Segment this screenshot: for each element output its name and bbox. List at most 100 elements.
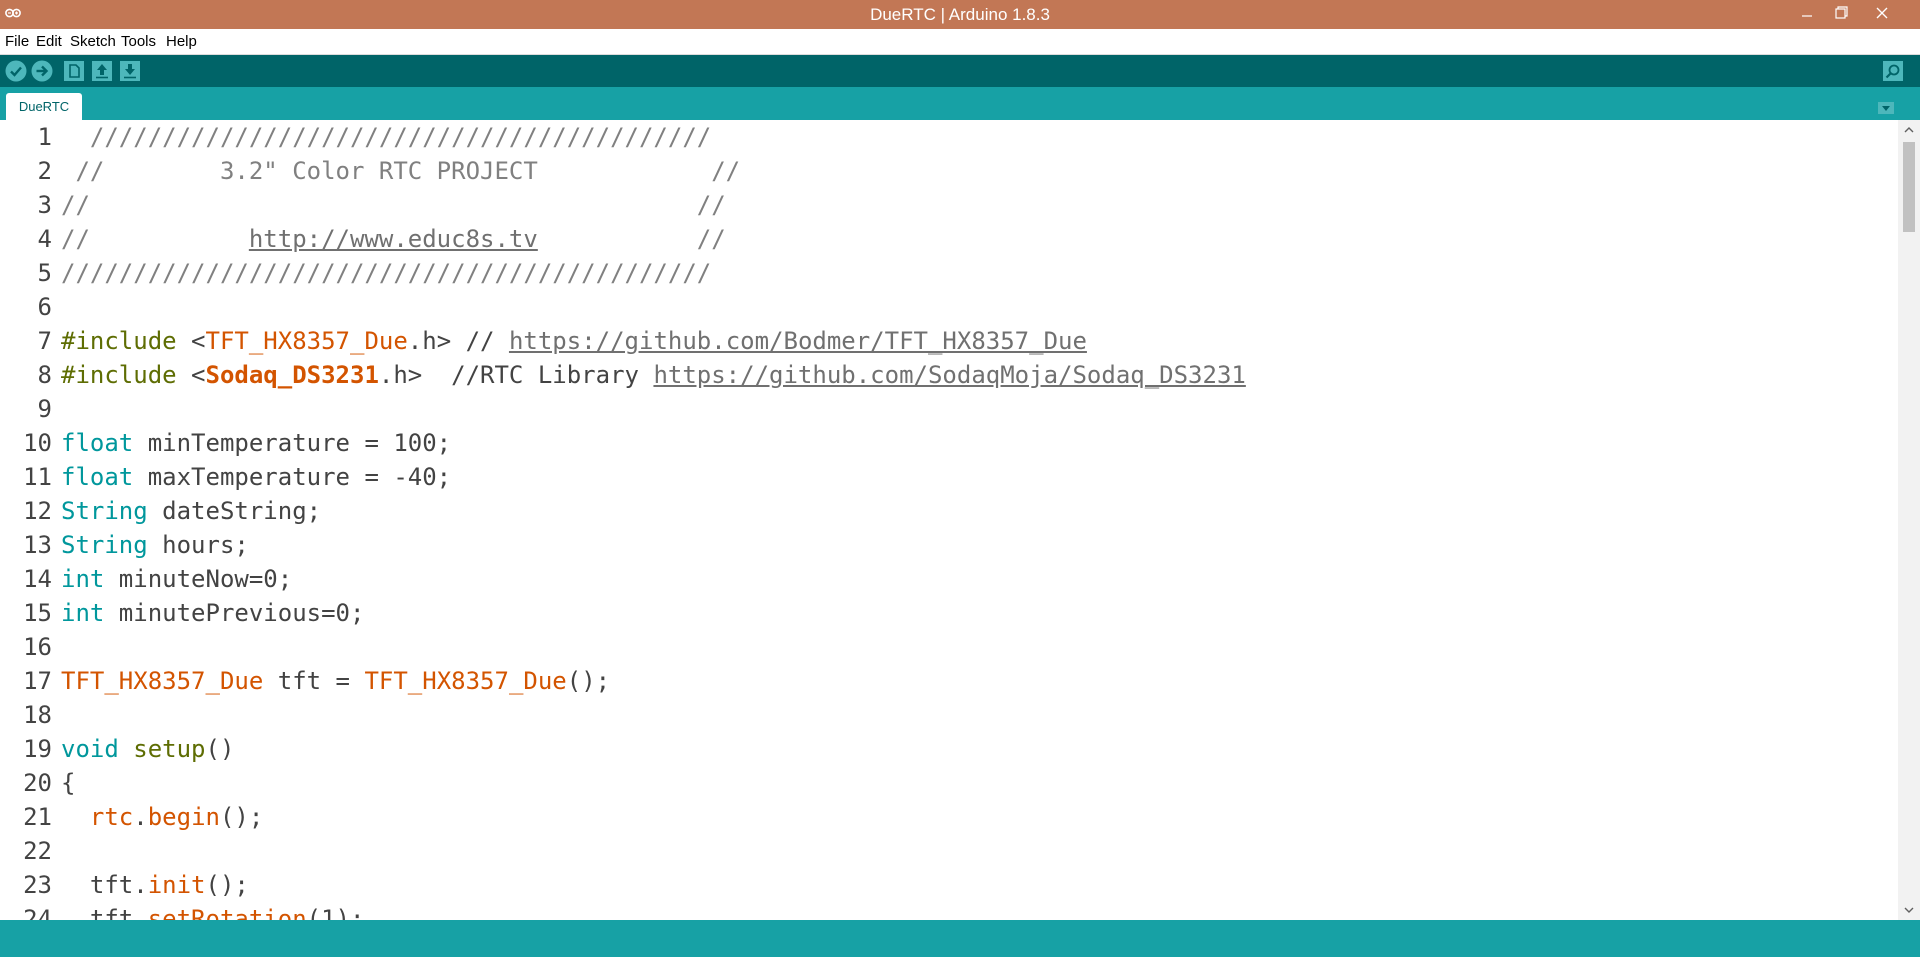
code-text[interactable]: // http://www.educ8s.tv // <box>61 222 726 256</box>
code-token: setup <box>133 735 206 763</box>
code-text[interactable]: float minTemperature = 100; <box>61 426 451 460</box>
code-token: ////////////////////////////////////////… <box>61 259 712 287</box>
verify-button[interactable] <box>5 60 27 82</box>
code-line[interactable]: 23 tft.init(); <box>0 868 249 902</box>
chevron-down-icon <box>1878 102 1894 114</box>
tab-duertc[interactable]: DueRTC <box>6 93 82 120</box>
close-button[interactable] <box>1864 0 1900 29</box>
new-sketch-button[interactable] <box>63 60 85 82</box>
line-number: 2 <box>37 157 52 185</box>
code-line[interactable]: 1 //////////////////////////////////////… <box>0 120 712 154</box>
restore-button[interactable] <box>1823 0 1859 29</box>
upload-icon <box>31 60 53 82</box>
line-number: 3 <box>37 191 52 219</box>
code-line[interactable]: 18 <box>0 698 52 732</box>
vertical-scrollbar[interactable] <box>1898 120 1920 920</box>
code-text[interactable]: int minuteNow=0; <box>61 562 292 596</box>
code-line[interactable]: 20 { <box>0 766 75 800</box>
code-text[interactable]: #include <Sodaq_DS3231.h> //RTC Library … <box>61 358 1246 392</box>
code-token: rtc <box>89 803 134 831</box>
code-token: float <box>61 463 134 491</box>
code-link[interactable]: https://github.com/Bodmer/TFT_HX8357_Due <box>509 327 1087 355</box>
line-number: 7 <box>37 327 52 355</box>
code-link[interactable]: https://github.com/SodaqMoja/Sodaq_DS323… <box>653 361 1245 389</box>
code-line[interactable]: 15 int minutePrevious=0; <box>0 596 364 630</box>
code-line[interactable]: 8 #include <Sodaq_DS3231.h> //RTC Library… <box>0 358 1246 392</box>
code-token: tft = <box>263 667 365 695</box>
serial-monitor-button[interactable] <box>1882 60 1904 82</box>
tab-menu-button[interactable] <box>1878 99 1894 118</box>
code-token: { <box>61 769 76 797</box>
code-line[interactable]: 24 tft.setRotation(1); <box>0 902 364 920</box>
code-text[interactable]: { <box>61 766 75 800</box>
code-link[interactable]: http://www.educ8s.tv <box>249 225 538 253</box>
code-token: .h> //RTC Library <box>378 361 654 389</box>
code-token: < <box>176 361 206 389</box>
code-text[interactable]: tft.init(); <box>61 868 249 902</box>
line-number: 1 <box>37 123 52 151</box>
code-text[interactable]: int minutePrevious=0; <box>61 596 364 630</box>
code-token: TFT_HX8357_Due <box>61 667 264 695</box>
line-number: 10 <box>23 429 52 457</box>
new-icon <box>64 61 84 81</box>
code-line[interactable]: 14 int minuteNow=0; <box>0 562 292 596</box>
line-number: 18 <box>23 701 52 729</box>
code-token: String <box>61 497 148 525</box>
menu-tools[interactable]: Tools <box>121 29 156 54</box>
code-line[interactable]: 6 <box>0 290 52 324</box>
code-line[interactable]: 9 <box>0 392 52 426</box>
code-text[interactable]: // 3.2" Color RTC PROJECT // <box>61 154 740 188</box>
line-number: 20 <box>23 769 52 797</box>
open-button[interactable] <box>91 60 113 82</box>
code-line[interactable]: 5 ///////////////////////////////////////… <box>0 256 712 290</box>
code-text[interactable]: TFT_HX8357_Due tft = TFT_HX8357_Due(); <box>61 664 610 698</box>
code-line[interactable]: 17 TFT_HX8357_Due tft = TFT_HX8357_Due(); <box>0 664 610 698</box>
code-line[interactable]: 2 // 3.2" Color RTC PROJECT // <box>0 154 741 188</box>
menu-edit[interactable]: Edit <box>36 29 62 54</box>
line-number: 11 <box>23 463 52 491</box>
line-number: 4 <box>37 225 52 253</box>
menu-sketch[interactable]: Sketch <box>70 29 116 54</box>
scrollbar-thumb[interactable] <box>1903 142 1915 232</box>
code-text[interactable]: float maxTemperature = -40; <box>61 460 451 494</box>
menu-file[interactable]: File <box>5 29 29 54</box>
minimize-icon <box>1802 15 1812 17</box>
code-text[interactable]: #include <TFT_HX8357_Due.h> // https://g… <box>61 324 1087 358</box>
tab-bar: DueRTC <box>0 87 1920 120</box>
code-line[interactable]: 11 float maxTemperature = -40; <box>0 460 451 494</box>
code-token: #include <box>61 327 177 355</box>
code-token: Sodaq_DS3231 <box>205 361 379 389</box>
code-token: .h> // <box>407 327 509 355</box>
code-text[interactable]: String hours; <box>61 528 249 562</box>
code-line[interactable]: 16 <box>0 630 52 664</box>
code-line[interactable]: 7 #include <TFT_HX8357_Due.h> // https://… <box>0 324 1087 358</box>
code-text[interactable]: String dateString; <box>61 494 321 528</box>
code-line[interactable]: 12 String dateString; <box>0 494 321 528</box>
code-line[interactable]: 22 <box>0 834 52 868</box>
code-line[interactable]: 3 // // <box>0 188 726 222</box>
line-number: 16 <box>23 633 52 661</box>
code-text[interactable]: tft.setRotation(1); <box>61 902 365 920</box>
save-button[interactable] <box>119 60 141 82</box>
menu-help[interactable]: Help <box>166 29 197 54</box>
code-text[interactable]: ////////////////////////////////////////… <box>61 256 711 290</box>
minimize-button[interactable] <box>1789 0 1825 29</box>
code-text[interactable]: ////////////////////////////////////////… <box>61 120 711 154</box>
upload-button[interactable] <box>31 60 53 82</box>
code-line[interactable]: 19 void setup() <box>0 732 234 766</box>
code-token: // <box>537 225 726 253</box>
scroll-down-icon[interactable] <box>1903 904 1915 916</box>
code-line[interactable]: 10 float minTemperature = 100; <box>0 426 451 460</box>
code-token: setRotation <box>147 905 307 920</box>
code-text[interactable]: // // <box>61 188 726 222</box>
code-line[interactable]: 4 // http://www.educ8s.tv // <box>0 222 726 256</box>
code-text[interactable]: rtc.begin(); <box>61 800 263 834</box>
code-line[interactable]: 21 rtc.begin(); <box>0 800 263 834</box>
code-text[interactable]: void setup() <box>61 732 234 766</box>
code-token: minutePrevious=0; <box>104 599 365 627</box>
code-line[interactable]: 13 String hours; <box>0 528 249 562</box>
code-editor[interactable]: 1 //////////////////////////////////////… <box>0 120 1898 920</box>
line-number: 5 <box>37 259 52 287</box>
scroll-up-icon[interactable] <box>1903 124 1915 136</box>
code-token: (); <box>205 871 249 899</box>
